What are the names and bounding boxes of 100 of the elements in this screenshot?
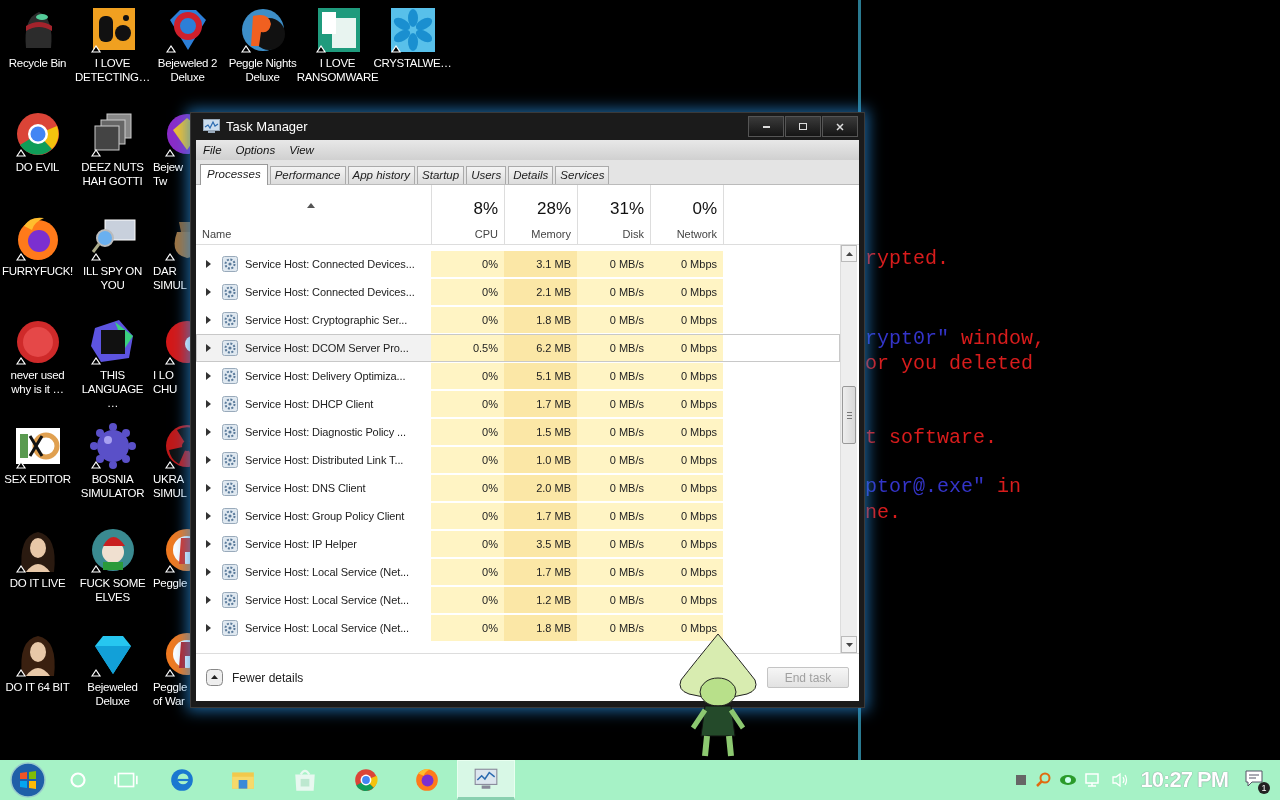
expand-arrow-icon[interactable]	[206, 288, 211, 296]
tab[interactable]: Details	[508, 166, 554, 184]
icon-label[interactable]: SEX EDITOR	[4, 472, 71, 486]
process-row[interactable]: Service Host: Delivery Optimiza... 0% 5.1 MB 0 MB/s 0 Mbps	[196, 362, 840, 390]
icon-label[interactable]: I LOVE DETECTING…	[75, 56, 150, 84]
process-name: Service Host: DCOM Server Pro...	[245, 342, 409, 354]
column-header[interactable]: Disk	[622, 228, 644, 240]
column-header[interactable]: CPU	[474, 228, 498, 240]
icon-label[interactable]: DO IT LIVE	[9, 576, 66, 590]
table-cell: 0%	[482, 370, 498, 382]
process-row[interactable]: Service Host: Local Service (Net... 0% 1.2 MB 0 MB/s 0 Mbps	[196, 586, 840, 614]
process-name: Service Host: Diagnostic Policy ...	[245, 426, 406, 438]
ball-icon[interactable]	[88, 526, 137, 574]
icon-label[interactable]: UKRA SIMUL	[153, 472, 187, 500]
icon-label[interactable]: Peggle	[153, 576, 187, 590]
table-cell: 0 Mbps	[680, 510, 717, 522]
process-row[interactable]: Service Host: DCOM Server Pro... 0.5% 6.2 MB 0 MB/s 0 Mbps	[196, 334, 840, 362]
process-row[interactable]: Service Host: Cryptographic Ser... 0% 1.8 MB 0 MB/s 0 Mbps	[196, 306, 840, 334]
process-name: Service Host: Local Service (Net...	[245, 594, 409, 606]
process-row[interactable]: Service Host: Connected Devices... 0% 3.1 MB 0 MB/s 0 Mbps	[196, 250, 840, 278]
expand-arrow-icon[interactable]	[206, 624, 211, 632]
expand-arrow-icon[interactable]	[206, 540, 211, 548]
start-button[interactable]	[10, 762, 46, 798]
expand-arrow-icon[interactable]	[206, 512, 211, 520]
icon-label[interactable]: DO EVIL	[15, 160, 60, 174]
column-header[interactable]: Memory	[531, 228, 571, 240]
expand-arrow-icon[interactable]	[206, 400, 211, 408]
icon-label[interactable]: DO IT 64 BIT	[5, 680, 70, 694]
table-cell: 0 MB/s	[609, 342, 644, 354]
tab[interactable]: Users	[466, 166, 507, 184]
expand-arrow-icon[interactable]	[206, 260, 211, 268]
expand-arrow-icon[interactable]	[206, 568, 211, 576]
process-row[interactable]: Service Host: Diagnostic Policy ... 0% 1.5 MB 0 MB/s 0 Mbps	[196, 418, 840, 446]
scroll-down-icon[interactable]	[845, 642, 853, 647]
grip-icon[interactable]	[846, 411, 852, 419]
icon-label[interactable]: I LO CHU	[153, 368, 177, 396]
app-icon[interactable]	[88, 6, 137, 54]
monitor-icon	[473, 766, 499, 792]
process-row[interactable]: Service Host: Group Policy Client 0% 1.7 MB 0 MB/s 0 Mbps	[196, 502, 840, 530]
mine-icon[interactable]	[88, 422, 137, 470]
maximize-button[interactable]	[785, 116, 821, 137]
icon-label[interactable]: DAR SIMUL	[153, 264, 187, 292]
process-row[interactable]: Service Host: Distributed Link T... 0% 1.0 MB 0 MB/s 0 Mbps	[196, 446, 840, 474]
process-row[interactable]: Service Host: Connected Devices... 0% 2.1 MB 0 MB/s 0 Mbps	[196, 278, 840, 306]
tab[interactable]: App history	[347, 166, 416, 184]
menu-item[interactable]: File	[203, 144, 222, 156]
expand-arrow-icon[interactable]	[206, 428, 211, 436]
icon-label[interactable]: DEEZ NUTS HAH GOTTI	[81, 160, 144, 188]
expand-arrow-icon[interactable]	[206, 456, 211, 464]
icon-label[interactable]: Bejew Tw	[153, 160, 183, 188]
icon-label[interactable]: never used why is it …	[10, 368, 65, 396]
square-icon[interactable]	[1014, 774, 1027, 786]
scrollbar[interactable]	[840, 245, 857, 653]
tab[interactable]: Performance	[269, 166, 346, 184]
browser-icon[interactable]	[13, 110, 62, 158]
icon-label[interactable]: FURRYFUCK!	[2, 264, 73, 278]
menu-item[interactable]: Options	[235, 144, 276, 156]
column-header[interactable]: Name	[202, 228, 431, 240]
process-row[interactable]: Service Host: IP Helper 0% 3.5 MB 0 MB/s 0 Mbps	[196, 530, 840, 558]
icon-label[interactable]: Peggle of War	[153, 680, 187, 708]
column-header[interactable]: Network	[676, 228, 717, 240]
tab[interactable]: Processes	[200, 164, 268, 185]
tab[interactable]: Services	[555, 166, 610, 184]
icon-label[interactable]: BOSNIA SIMULATOR	[80, 472, 145, 500]
process-row[interactable]: Service Host: Local Service (Net... 0% 1.8 MB 0 MB/s 0 Mbps	[196, 614, 840, 642]
expand-arrow-icon[interactable]	[206, 484, 211, 492]
icon-label[interactable]: Recycle Bin	[8, 56, 67, 70]
ball-icon[interactable]	[238, 6, 287, 54]
process-row[interactable]: Service Host: DNS Client 0% 2.0 MB 0 MB/s 0 Mbps	[196, 474, 840, 502]
close-button[interactable]	[822, 116, 858, 137]
expand-arrow-icon[interactable]	[206, 596, 211, 604]
tab[interactable]: Startup	[417, 166, 465, 184]
expand-arrow-icon[interactable]	[206, 372, 211, 380]
table-cell: 0 MB/s	[609, 258, 644, 270]
icon-label[interactable]: Peggle Nights Deluxe	[228, 56, 297, 84]
document-icon[interactable]	[313, 6, 362, 54]
fewer-details-button[interactable]: Fewer details	[206, 669, 304, 686]
table-cell: 1.8 MB	[536, 622, 571, 634]
table-cell: 0%	[482, 566, 498, 578]
gear-icon	[222, 620, 238, 636]
table-cell: 0 MB/s	[609, 622, 644, 634]
icon-label[interactable]: ILL SPY ON YOU	[83, 264, 142, 292]
icon-label[interactable]: FUCK SOME ELVES	[79, 576, 146, 604]
icon-label[interactable]: Bejeweled Deluxe	[87, 680, 138, 708]
table-cell: 0%	[482, 314, 498, 326]
expand-arrow-icon[interactable]	[206, 344, 211, 352]
icon-label[interactable]: THIS LANGUAGE …	[75, 368, 150, 410]
icon-label[interactable]: CRYSTALWE…	[373, 56, 452, 70]
menu-item[interactable]: View	[289, 144, 314, 156]
search-icon[interactable]	[1034, 772, 1051, 788]
eye-icon[interactable]	[1058, 774, 1077, 786]
monitor-button[interactable]	[457, 760, 515, 800]
flower-icon[interactable]	[388, 6, 437, 54]
table-cell: 0 MB/s	[609, 370, 644, 382]
scroll-up-icon[interactable]	[845, 251, 853, 256]
gear-icon	[222, 508, 238, 524]
process-row[interactable]: Service Host: Local Service (Net... 0% 1.7 MB 0 MB/s 0 Mbps	[196, 558, 840, 586]
process-row[interactable]: Service Host: DHCP Client 0% 1.7 MB 0 MB/s 0 Mbps	[196, 390, 840, 418]
icon-label[interactable]: Bejeweled 2 Deluxe	[157, 56, 218, 84]
expand-arrow-icon[interactable]	[206, 316, 211, 324]
